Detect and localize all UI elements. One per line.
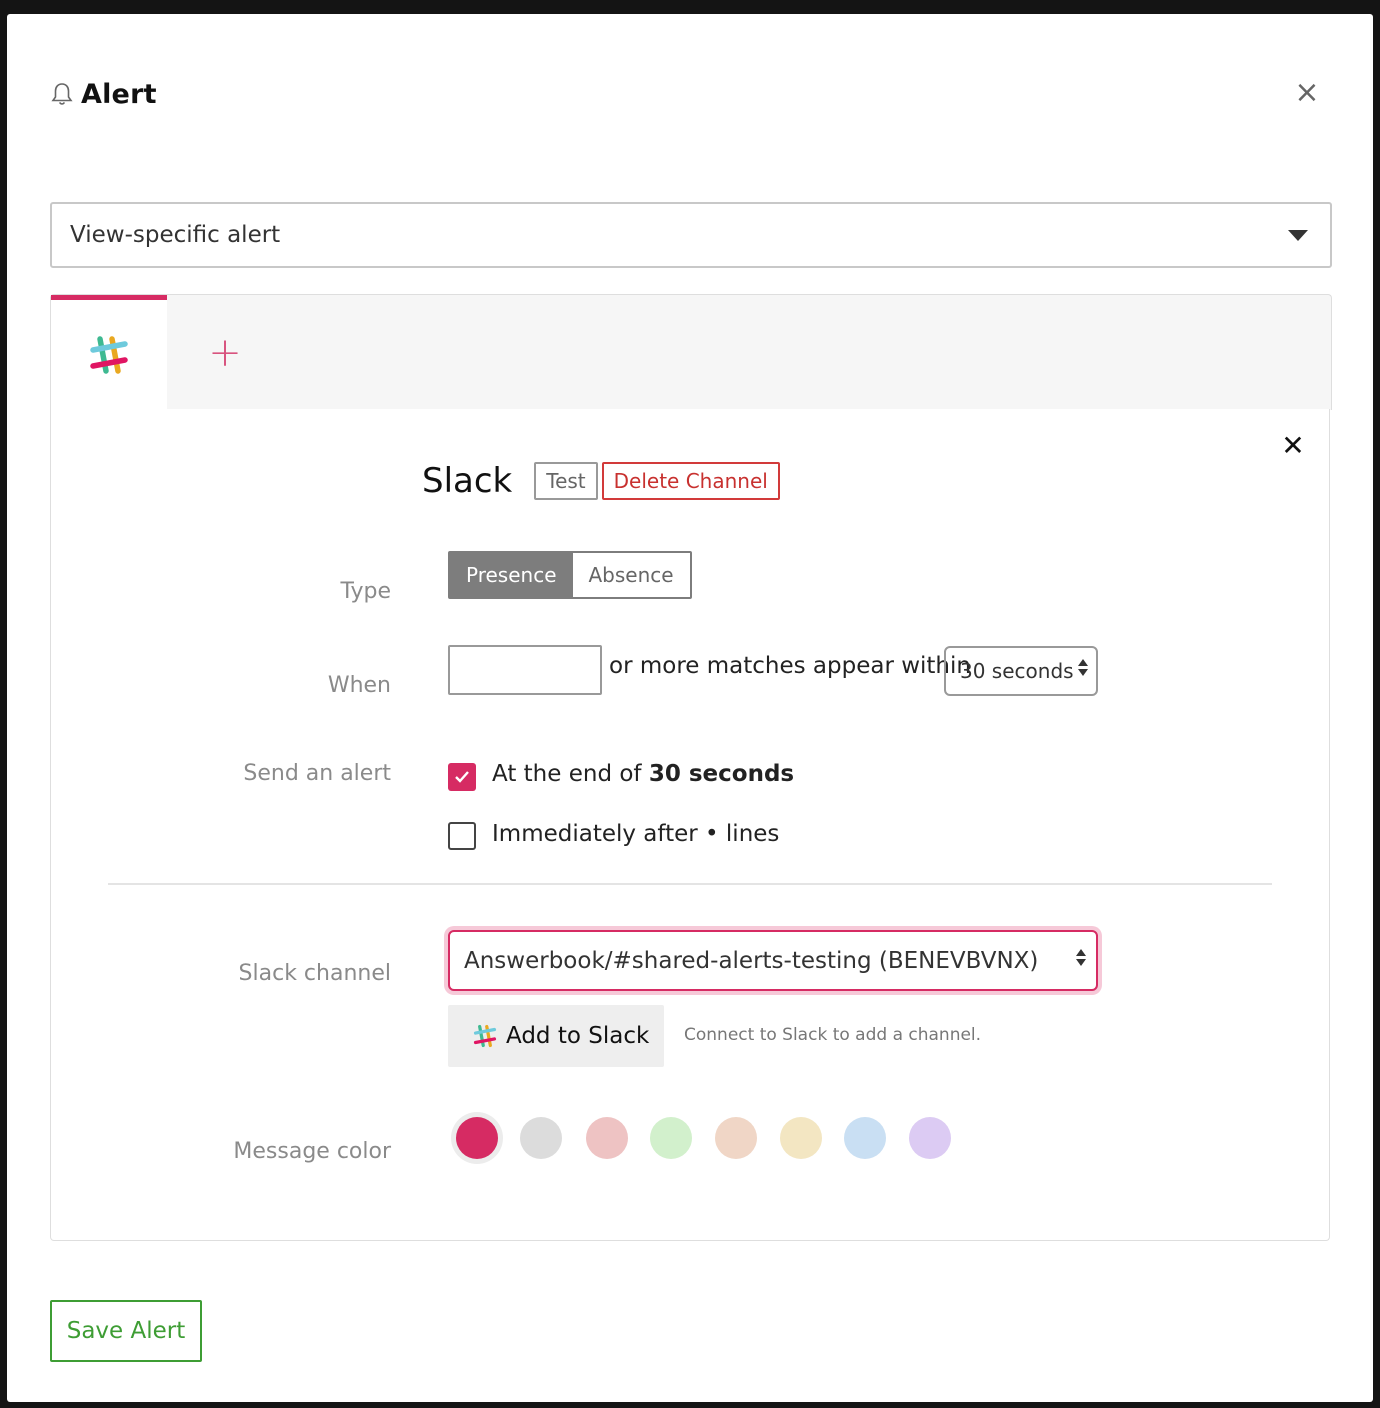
duration-value: 30 seconds [960, 659, 1074, 683]
alert-scope-value: View-specific alert [70, 222, 281, 248]
when-label: When [327, 673, 391, 698]
end-of-period-label: At the end of 30 seconds [492, 761, 795, 787]
remove-channel-icon[interactable]: ✕ [1278, 431, 1308, 461]
tab-slack[interactable] [51, 295, 167, 410]
alert-modal: Alert × View-specific alert + ✕ Slack Te… [7, 14, 1373, 1402]
immediately-checkbox[interactable] [448, 822, 476, 850]
channel-header: Slack Test Delete Channel [422, 461, 780, 501]
slack-logo-icon [90, 336, 128, 374]
save-alert-button[interactable]: Save Alert [50, 1300, 202, 1362]
color-swatch[interactable] [650, 1117, 692, 1159]
slack-channel-value: Answerbook/#shared-alerts-testing (BENEV… [464, 947, 1039, 974]
alert-scope-select[interactable]: View-specific alert [50, 202, 1332, 268]
modal-title: Alert [81, 78, 157, 110]
channel-name: Slack [422, 461, 513, 501]
updown-arrows-icon [1078, 659, 1088, 676]
modal-header: Alert [51, 76, 157, 112]
color-swatch[interactable] [586, 1117, 628, 1159]
send-alert-label: Send an alert [243, 761, 391, 786]
type-presence-button[interactable]: Presence [450, 553, 573, 597]
add-channel-button[interactable]: + [167, 295, 283, 410]
delete-channel-button[interactable]: Delete Channel [601, 462, 780, 500]
divider [108, 883, 1272, 885]
color-swatch[interactable] [909, 1117, 951, 1159]
add-to-slack-button[interactable]: Add to Slack [448, 1005, 664, 1067]
message-color-label: Message color [233, 1139, 391, 1164]
duration-select[interactable]: 30 seconds [944, 646, 1098, 696]
immediately-label: Immediately after • lines [492, 821, 780, 847]
color-swatch[interactable] [715, 1117, 757, 1159]
type-absence-button[interactable]: Absence [572, 553, 690, 597]
color-swatch[interactable] [780, 1117, 822, 1159]
bell-icon [51, 81, 73, 107]
type-toggle: Presence Absence [448, 551, 692, 599]
add-to-slack-label: Add to Slack [506, 1023, 650, 1049]
slack-logo-icon [473, 1024, 497, 1048]
end-of-period-duration: 30 seconds [648, 761, 795, 787]
connect-hint: Connect to Slack to add a channel. [684, 1025, 982, 1045]
updown-arrows-icon [1076, 949, 1086, 966]
chevron-down-icon [1288, 230, 1308, 241]
match-count-input[interactable] [448, 645, 602, 695]
close-icon[interactable]: × [1290, 78, 1324, 112]
color-swatch[interactable] [844, 1117, 886, 1159]
channel-panel: ✕ Slack Test Delete Channel Type Presenc… [50, 409, 1330, 1241]
slack-channel-select[interactable]: Answerbook/#shared-alerts-testing (BENEV… [448, 930, 1098, 991]
color-swatch[interactable] [520, 1117, 562, 1159]
when-description: or more matches appear within [609, 653, 971, 679]
checkmark-icon [455, 771, 469, 783]
color-swatch[interactable] [456, 1117, 498, 1159]
type-label: Type [340, 579, 391, 604]
channel-tabs: + [50, 294, 1332, 410]
end-of-period-checkbox[interactable] [448, 763, 476, 791]
slack-channel-label: Slack channel [238, 961, 391, 986]
test-button[interactable]: Test [534, 462, 598, 500]
